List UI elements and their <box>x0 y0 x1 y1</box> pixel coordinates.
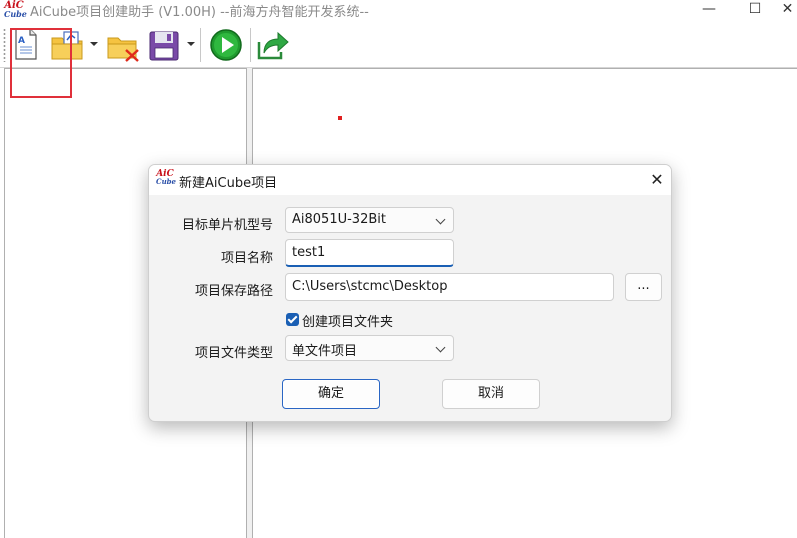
window-title: AiCube项目创建助手 (V1.00H) --前海方舟智能开发系统-- <box>30 5 369 20</box>
dialog-logo-bottom: Cube <box>156 177 177 186</box>
save-dropdown[interactable] <box>187 42 195 46</box>
delete-project-button[interactable] <box>106 26 140 64</box>
export-icon <box>257 31 289 60</box>
create-folder-checkbox[interactable] <box>286 313 299 326</box>
new-document-icon: A <box>15 28 37 60</box>
browse-button[interactable]: ... <box>625 273 662 301</box>
toolbar-grip[interactable] <box>3 28 6 62</box>
file-type-value: 单文件项目 <box>292 344 358 359</box>
new-project-dialog: AiC Cube 新建AiCube项目 ✕ 目标单片机型号 Ai8051U-32… <box>148 164 672 422</box>
svg-text:A: A <box>18 36 25 46</box>
dialog-close-button[interactable]: ✕ <box>645 169 669 191</box>
dialog-logo: AiC Cube <box>156 170 177 188</box>
dialog-titlebar: AiC Cube 新建AiCube项目 ✕ <box>149 165 671 195</box>
delete-folder-icon <box>107 37 139 62</box>
run-button[interactable] <box>208 26 244 64</box>
export-button[interactable] <box>256 26 290 64</box>
file-type-label: 项目文件类型 <box>194 346 273 361</box>
project-name-value: test1 <box>292 245 326 260</box>
project-name-label: 项目名称 <box>220 251 273 266</box>
mcu-select[interactable]: Ai8051U-32Bit <box>285 207 454 233</box>
new-project-button[interactable]: A <box>12 26 40 64</box>
save-path-value: C:\Users\stcmc\Desktop <box>292 279 448 294</box>
open-project-button[interactable] <box>50 26 84 64</box>
create-folder-label[interactable]: 创建项目文件夹 <box>302 311 393 330</box>
file-type-select[interactable]: 单文件项目 <box>285 335 454 361</box>
dialog-title: 新建AiCube项目 <box>179 176 278 191</box>
project-name-input[interactable]: test1 <box>285 239 454 267</box>
mcu-label: 目标单片机型号 <box>181 218 273 233</box>
mcu-select-value: Ai8051U-32Bit <box>292 212 386 227</box>
save-project-button[interactable] <box>147 26 181 64</box>
save-path-label: 项目保存路径 <box>194 284 273 299</box>
app-logo: AiC Cube <box>4 1 27 20</box>
red-marker-dot <box>338 116 342 120</box>
toolbar: A <box>0 22 797 68</box>
chevron-down-icon <box>435 342 446 353</box>
save-path-input[interactable]: C:\Users\stcmc\Desktop <box>285 273 614 301</box>
window-close-button[interactable]: ✕ <box>778 0 797 22</box>
open-folder-icon <box>51 31 83 60</box>
maximize-button[interactable]: ☐ <box>732 0 778 22</box>
toolbar-separator-2 <box>250 28 251 62</box>
ok-button[interactable]: 确定 <box>282 379 380 409</box>
open-project-dropdown[interactable] <box>90 42 98 46</box>
cancel-button[interactable]: 取消 <box>442 379 540 409</box>
app-logo-bottom: Cube <box>4 9 27 19</box>
run-icon <box>210 29 242 61</box>
minimize-button[interactable]: — <box>686 0 732 22</box>
window-titlebar: AiC Cube AiCube项目创建助手 (V1.00H) --前海方舟智能开… <box>0 0 797 22</box>
toolbar-separator <box>200 28 201 62</box>
chevron-down-icon <box>435 214 446 225</box>
save-icon <box>149 31 179 61</box>
